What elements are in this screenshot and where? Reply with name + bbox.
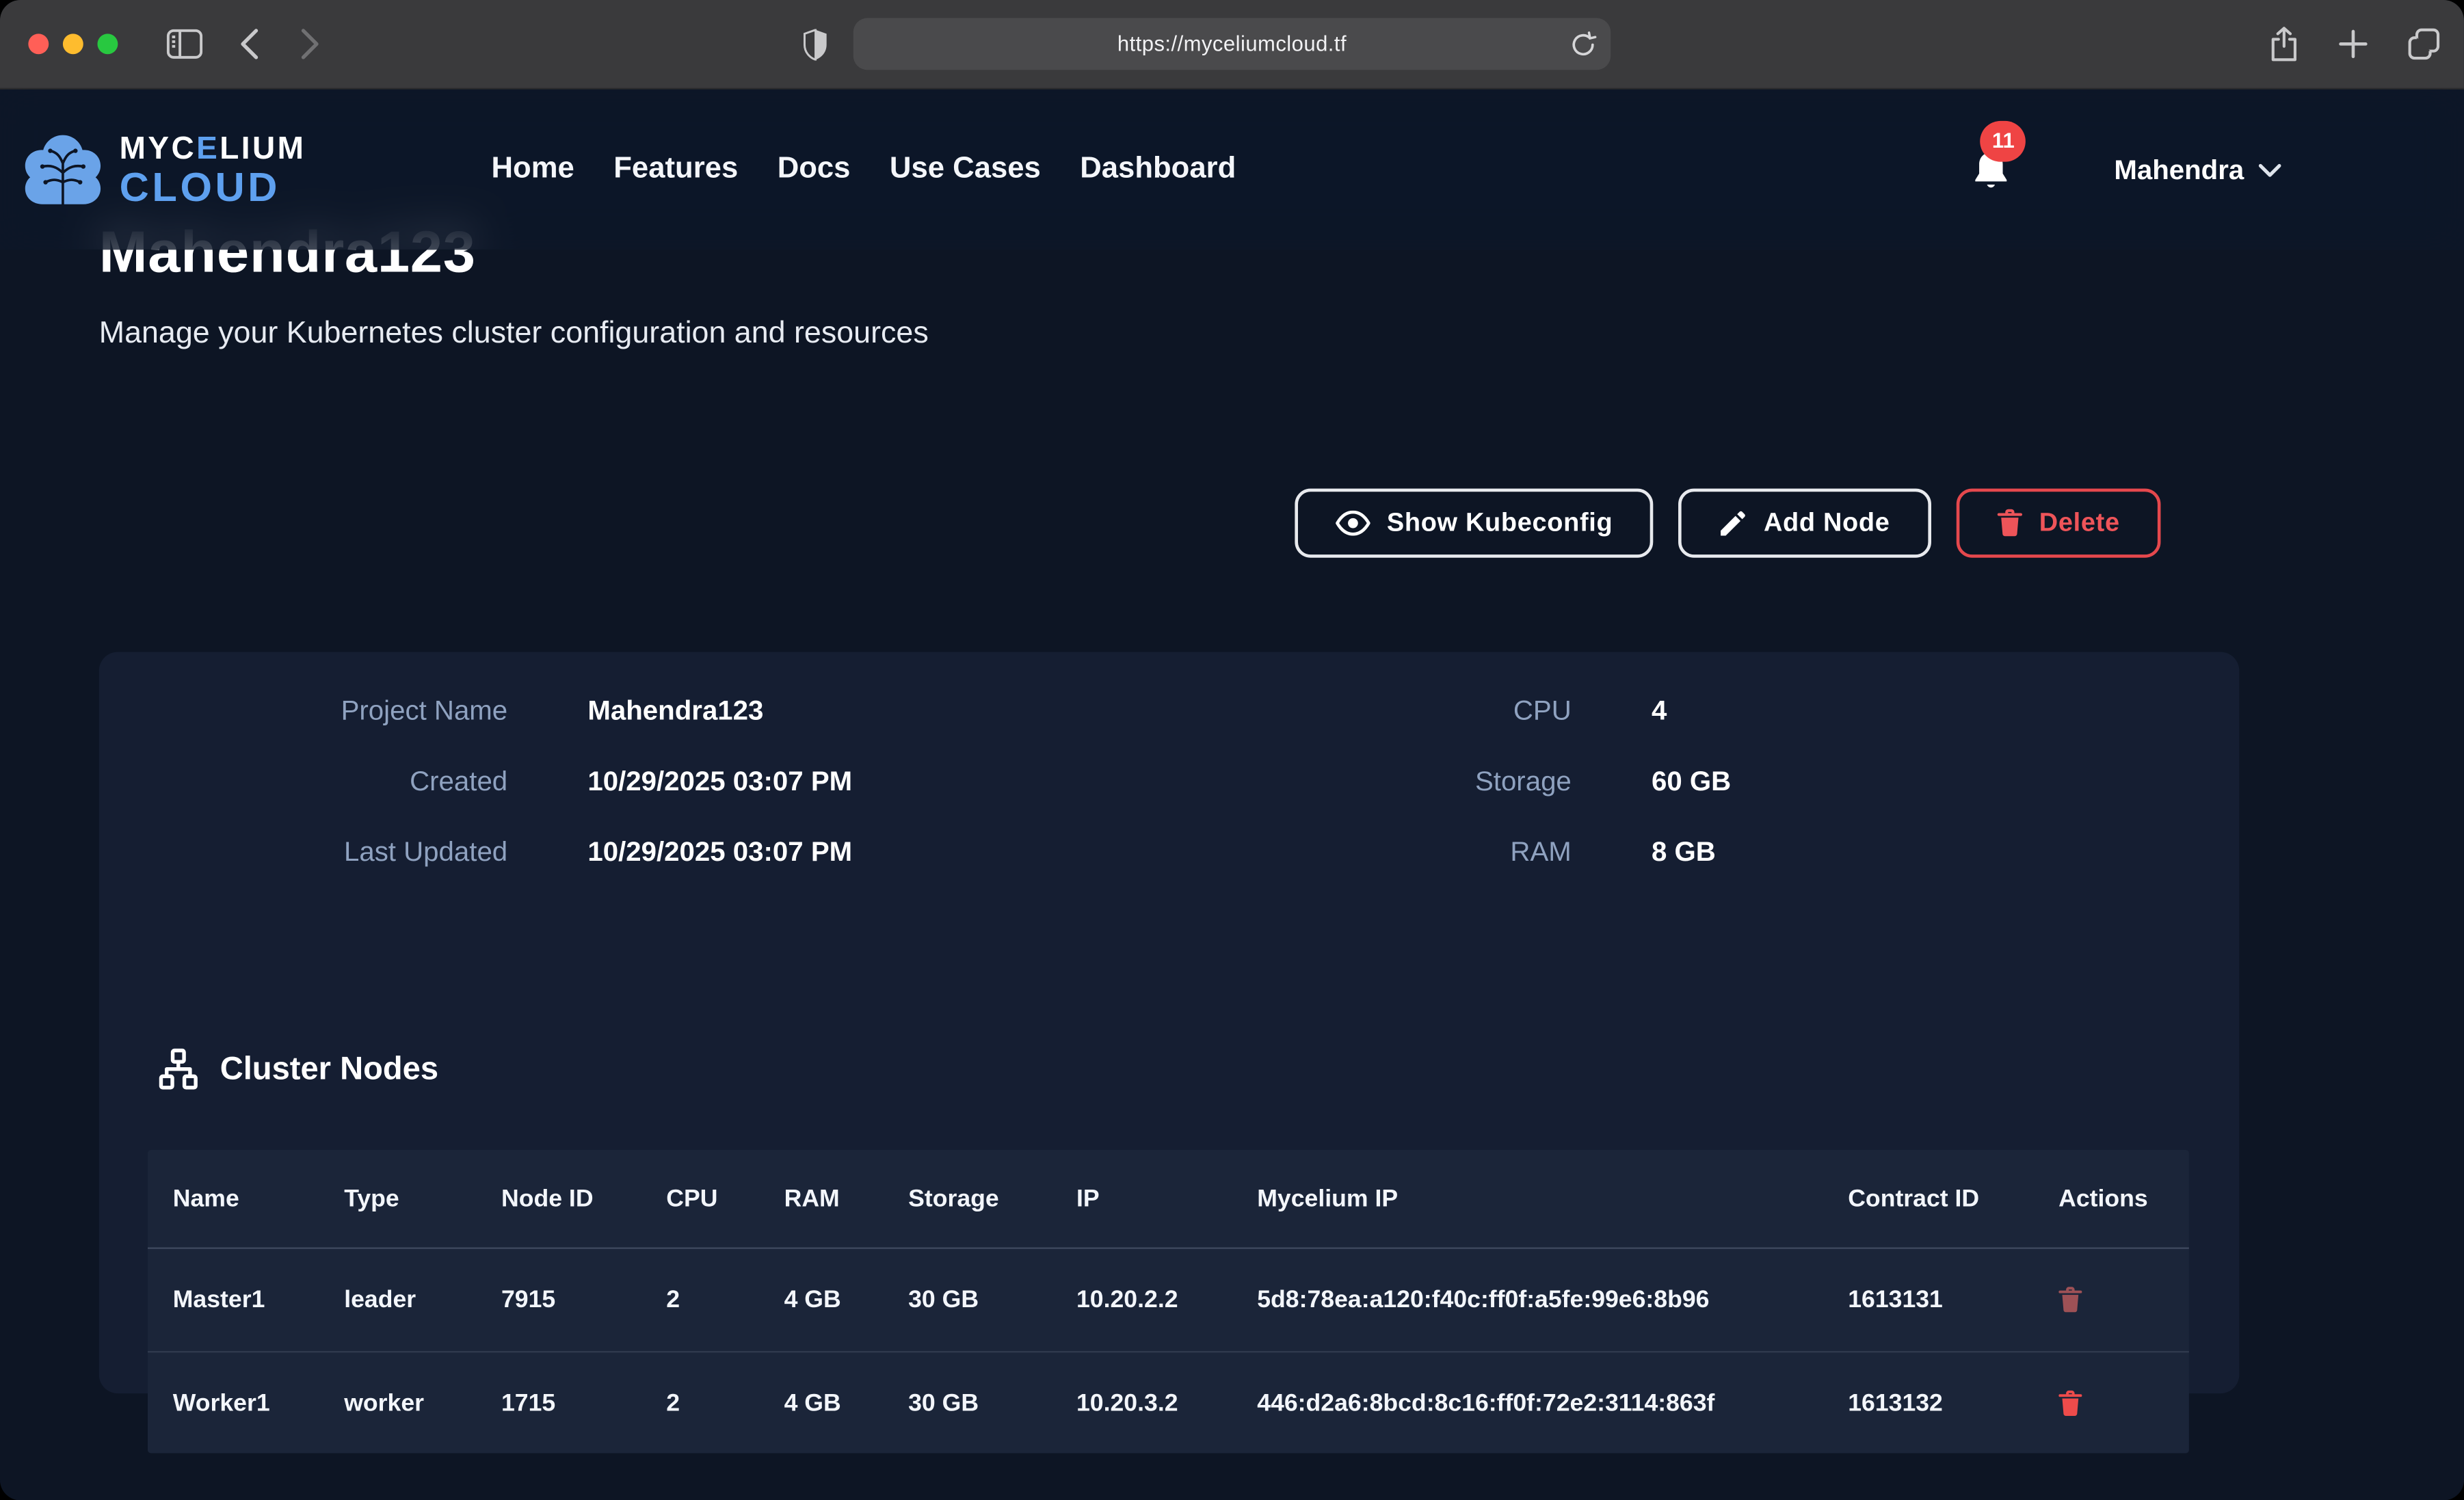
reload-icon[interactable] xyxy=(1570,31,1597,57)
address-bar[interactable]: https://myceliumcloud.tf xyxy=(853,18,1611,70)
cell-ram: 4 GB xyxy=(759,1371,884,1435)
chevron-down-icon xyxy=(2258,163,2281,177)
col-type: Type xyxy=(319,1166,476,1231)
close-window-button[interactable] xyxy=(28,34,49,54)
col-name: Name xyxy=(148,1166,319,1231)
cell-type: leader xyxy=(319,1268,476,1332)
col-ram: RAM xyxy=(759,1166,884,1231)
cell-storage: 30 GB xyxy=(883,1371,1051,1435)
col-cpu: CPU xyxy=(641,1166,759,1231)
cluster-actions: Show Kubeconfig Add Node xyxy=(1294,489,2160,558)
pencil-icon xyxy=(1720,510,1747,537)
site-logo[interactable]: MYCELIUM CLOUD xyxy=(19,132,306,207)
cell-name: Worker1 xyxy=(148,1371,319,1435)
nav-dashboard[interactable]: Dashboard xyxy=(1080,152,1236,187)
fullscreen-window-button[interactable] xyxy=(97,34,118,54)
project-name-value: Mahendra123 xyxy=(587,695,1100,727)
cell-node-id: 1715 xyxy=(476,1371,641,1435)
sidebar-toggle-icon[interactable] xyxy=(167,29,203,59)
table-row: Master1 leader 7915 2 4 GB 30 GB 10.20.2… xyxy=(148,1249,2189,1351)
cell-ram: 4 GB xyxy=(759,1268,884,1332)
cell-ip: 10.20.3.2 xyxy=(1051,1371,1232,1435)
page-subtitle: Manage your Kubernetes cluster configura… xyxy=(99,316,929,352)
trash-icon xyxy=(2058,1287,2082,1313)
user-name: Mahendra xyxy=(2114,153,2244,186)
ram-label: RAM xyxy=(1180,835,1572,868)
created-value: 10/29/2025 03:07 PM xyxy=(587,765,1100,798)
site-header: MYCELIUM CLOUD Home Features Docs Use Ca… xyxy=(0,90,2464,250)
browser-toolbar: https://myceliumcloud.tf xyxy=(0,0,2464,90)
window-controls xyxy=(28,34,118,54)
cluster-nodes-table: Name Type Node ID CPU RAM Storage IP Myc… xyxy=(148,1150,2189,1453)
storage-label: Storage xyxy=(1180,765,1572,798)
cell-contract-id: 1613132 xyxy=(1823,1371,2033,1435)
last-updated-label: Last Updated xyxy=(99,835,507,868)
show-kubeconfig-button[interactable]: Show Kubeconfig xyxy=(1294,489,1654,558)
tab-overview-icon[interactable] xyxy=(2407,27,2440,60)
col-ip: IP xyxy=(1051,1166,1232,1231)
cell-ip: 10.20.2.2 xyxy=(1051,1268,1232,1332)
delete-cluster-button[interactable]: Delete xyxy=(1956,489,2160,558)
eye-icon xyxy=(1335,511,1370,536)
col-actions: Actions xyxy=(2033,1166,2188,1231)
ram-value: 8 GB xyxy=(1652,835,2190,868)
user-menu[interactable]: Mahendra xyxy=(2114,153,2281,186)
nav-docs[interactable]: Docs xyxy=(778,152,851,187)
notification-badge: 11 xyxy=(1981,120,2026,161)
nav-home[interactable]: Home xyxy=(491,152,574,187)
back-icon[interactable] xyxy=(239,27,259,60)
trash-icon xyxy=(2058,1389,2082,1416)
trash-icon xyxy=(1997,509,2022,537)
cell-mycelium-ip: 446:d2a6:8bcd:8c16:ff0f:72e2:3114:863f xyxy=(1232,1371,1823,1435)
mycelium-logo-icon xyxy=(19,132,107,207)
cluster-nodes-title: Cluster Nodes xyxy=(220,1050,438,1088)
cell-mycelium-ip: 5d8:78ea:a120:f40c:ff0f:a5fe:99e6:8b96 xyxy=(1232,1268,1823,1332)
cell-storage: 30 GB xyxy=(883,1268,1051,1332)
notifications-button[interactable]: 11 xyxy=(1973,148,2011,191)
cell-cpu: 2 xyxy=(641,1268,759,1332)
col-storage: Storage xyxy=(883,1166,1051,1231)
privacy-shield-icon[interactable] xyxy=(803,28,828,59)
cell-contract-id: 1613131 xyxy=(1823,1268,2033,1332)
nav-use-cases[interactable]: Use Cases xyxy=(890,152,1041,187)
nav-features[interactable]: Features xyxy=(613,152,738,187)
forward-icon[interactable] xyxy=(300,27,321,60)
col-mycelium-ip: Mycelium IP xyxy=(1232,1166,1823,1231)
delete-node-button[interactable] xyxy=(2033,1389,2188,1416)
site-logo-text: MYCELIUM CLOUD xyxy=(120,133,306,206)
table-header-row: Name Type Node ID CPU RAM Storage IP Myc… xyxy=(148,1150,2189,1249)
cluster-details-card: Project Name Mahendra123 CPU 4 Created 1… xyxy=(99,652,2240,1394)
new-tab-icon[interactable] xyxy=(2338,29,2368,59)
storage-value: 60 GB xyxy=(1652,765,2190,798)
cluster-info-grid: Project Name Mahendra123 CPU 4 Created 1… xyxy=(99,652,2240,869)
created-label: Created xyxy=(99,765,507,798)
page-content: Mahendra123 Manage your Kubernetes clust… xyxy=(0,90,2464,1500)
cell-name: Master1 xyxy=(148,1268,319,1332)
cpu-value: 4 xyxy=(1652,695,2190,727)
cluster-nodes-header: Cluster Nodes xyxy=(157,1048,438,1090)
cell-node-id: 7915 xyxy=(476,1268,641,1332)
cpu-label: CPU xyxy=(1180,695,1572,727)
table-row: Worker1 worker 1715 2 4 GB 30 GB 10.20.3… xyxy=(148,1351,2189,1453)
add-node-button[interactable]: Add Node xyxy=(1679,489,1931,558)
delete-node-button[interactable] xyxy=(2033,1287,2188,1313)
cell-cpu: 2 xyxy=(641,1371,759,1435)
url-text: https://myceliumcloud.tf xyxy=(1117,32,1347,55)
cell-type: worker xyxy=(319,1371,476,1435)
last-updated-value: 10/29/2025 03:07 PM xyxy=(587,835,1100,868)
browser-window: https://myceliumcloud.tf xyxy=(0,0,2464,1500)
network-topology-icon xyxy=(157,1048,200,1090)
col-node-id: Node ID xyxy=(476,1166,641,1231)
share-icon[interactable] xyxy=(2269,26,2299,62)
main-nav: Home Features Docs Use Cases Dashboard xyxy=(491,152,1236,187)
project-name-label: Project Name xyxy=(99,695,507,727)
minimize-window-button[interactable] xyxy=(63,34,83,54)
col-contract-id: Contract ID xyxy=(1823,1166,2033,1231)
